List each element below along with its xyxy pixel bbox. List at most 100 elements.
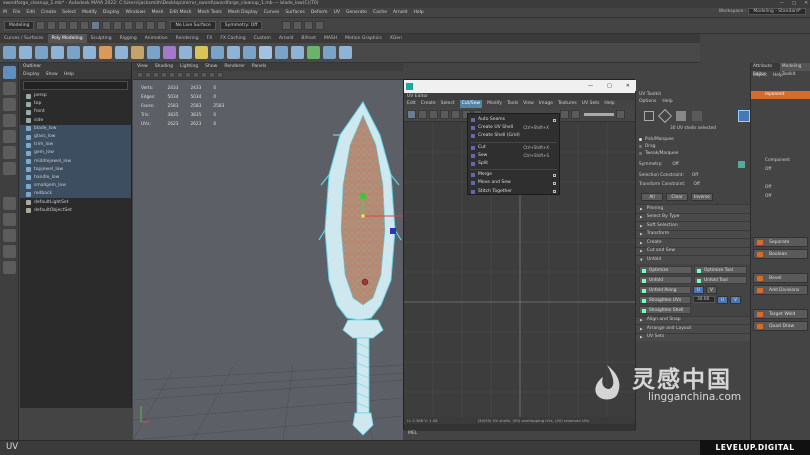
graph-layout-icon[interactable] bbox=[3, 245, 16, 258]
section-unfold[interactable]: ▼ Unfold bbox=[636, 255, 750, 264]
selection-constraint-dropdown[interactable]: Off bbox=[692, 173, 698, 178]
menu-arnold[interactable]: Arnold bbox=[393, 8, 408, 18]
component-option-2[interactable]: Off bbox=[751, 184, 810, 192]
shell-mode-icon[interactable] bbox=[738, 110, 750, 122]
multi-cut-icon[interactable] bbox=[259, 46, 272, 59]
component-mode-bar[interactable]: mponent bbox=[751, 91, 810, 99]
symmetry-dropdown[interactable]: Off bbox=[672, 162, 678, 167]
outliner-item-top[interactable]: top bbox=[20, 100, 131, 108]
option-box-icon[interactable] bbox=[553, 173, 556, 177]
shelf-tab-motion-graphics[interactable]: Motion Graphics bbox=[341, 34, 386, 43]
section-arrange-and-layout[interactable]: ▶ Arrange and Layout bbox=[636, 324, 750, 333]
snap-grid-icon[interactable] bbox=[124, 21, 134, 30]
textured-icon[interactable] bbox=[185, 72, 191, 78]
tab-modeling-toolkit[interactable]: Modeling Toolkit bbox=[779, 63, 810, 77]
uv-mode-icon[interactable] bbox=[644, 111, 654, 121]
radio-icon[interactable] bbox=[639, 145, 642, 148]
uv-toolkit-menu-options[interactable]: Options bbox=[639, 98, 656, 106]
maximize-button[interactable]: □ bbox=[792, 0, 796, 8]
section-create[interactable]: ▶ Create bbox=[636, 238, 750, 247]
snap-curve-icon[interactable] bbox=[135, 21, 145, 30]
cutsew-item-move-and-sew[interactable]: Move and Sew bbox=[468, 179, 559, 187]
shelf-tab-bifrost[interactable]: Bifrost bbox=[297, 34, 320, 43]
bridge-icon[interactable] bbox=[227, 46, 240, 59]
viewport-menu-panels[interactable]: Panels bbox=[252, 63, 266, 71]
mode-pick-marquee[interactable]: Pick/Marquee bbox=[639, 136, 750, 143]
workspace-selector[interactable]: Workspace : Modeling - Standard* bbox=[719, 8, 806, 15]
symmetry-options-icon[interactable] bbox=[738, 161, 745, 168]
shaded-uv-icon[interactable] bbox=[571, 110, 580, 119]
undo-icon[interactable] bbox=[69, 21, 79, 30]
uv-shell-icon[interactable] bbox=[418, 110, 427, 119]
add-divisions-button[interactable]: Add Divisions bbox=[753, 285, 808, 295]
bevel-button[interactable]: Bevel bbox=[753, 273, 808, 283]
minimize-button[interactable]: — bbox=[779, 0, 784, 8]
uv-face-icon[interactable] bbox=[451, 110, 460, 119]
shelf-tab-xgen[interactable]: XGen bbox=[386, 34, 406, 43]
uv-editor-icon[interactable] bbox=[307, 46, 320, 59]
menu-cache[interactable]: Cache bbox=[373, 8, 387, 18]
poly-cube-icon[interactable] bbox=[19, 46, 32, 59]
menu-select[interactable]: Select bbox=[62, 8, 76, 18]
viewport-menu-renderer[interactable]: Renderer bbox=[224, 63, 245, 71]
outliner-item-redback[interactable]: redback bbox=[20, 190, 131, 199]
right-menu-help[interactable]: Help bbox=[773, 73, 783, 78]
select-tool-icon[interactable] bbox=[3, 66, 16, 79]
smooth-shade-icon[interactable] bbox=[177, 72, 183, 78]
menu-edit[interactable]: Edit bbox=[26, 8, 35, 18]
persp-viewport[interactable]: View Shading Lighting Show Renderer Panels Ve… bbox=[133, 63, 403, 440]
shadows-icon[interactable] bbox=[201, 72, 207, 78]
lasso-tool-icon[interactable] bbox=[3, 82, 16, 95]
cutsew-item-create-shell-grid[interactable]: Create Shell (Grid) bbox=[468, 132, 559, 140]
option-box-icon[interactable] bbox=[553, 181, 556, 185]
option-box-icon[interactable] bbox=[553, 190, 556, 194]
uv-minimize-button[interactable]: — bbox=[588, 80, 593, 93]
open-scene-icon[interactable] bbox=[47, 21, 57, 30]
menu-create[interactable]: Create bbox=[41, 8, 56, 18]
render-icon[interactable] bbox=[282, 21, 292, 30]
uv-select-icon[interactable] bbox=[407, 110, 416, 119]
hypershade-icon[interactable] bbox=[315, 21, 325, 30]
face-mode-icon[interactable] bbox=[676, 111, 686, 121]
unfold-along-button[interactable]: Unfold Along bbox=[639, 285, 691, 294]
uv-menu-modify[interactable]: Modify bbox=[487, 100, 502, 108]
uv-menu-create[interactable]: Create bbox=[421, 100, 436, 108]
inverse-button[interactable]: Inverse bbox=[691, 193, 713, 201]
workspace-dropdown[interactable]: Modeling - Standard* bbox=[748, 8, 806, 15]
unfold-v-button[interactable]: V bbox=[706, 285, 717, 294]
uv-edge-icon[interactable] bbox=[440, 110, 449, 119]
paint-select-icon[interactable] bbox=[3, 98, 16, 111]
section-transform[interactable]: ▶ Transform bbox=[636, 229, 750, 238]
cutsew-item-merge[interactable]: Merge bbox=[468, 171, 559, 179]
outliner-item-handle-low[interactable]: handle_low bbox=[20, 173, 131, 183]
super-shape-icon[interactable] bbox=[115, 46, 128, 59]
uv-layout-icon[interactable] bbox=[3, 261, 16, 274]
camera-attr-icon[interactable] bbox=[137, 72, 143, 78]
outliner-item-defaultlightset[interactable]: defaultLightSet bbox=[20, 198, 131, 206]
outliner-search-input[interactable] bbox=[23, 81, 128, 90]
persp-outliner-icon[interactable] bbox=[3, 229, 16, 242]
boolean-icon[interactable] bbox=[179, 46, 192, 59]
snap-point-icon[interactable] bbox=[146, 21, 156, 30]
cutsew-item-sew[interactable]: Sew Ctrl+Shift+S bbox=[468, 152, 559, 160]
quad-draw-button[interactable]: Quad Draw bbox=[753, 321, 808, 331]
uv-menu-image[interactable]: Image bbox=[539, 100, 553, 108]
outliner-item-smallgem-low[interactable]: smallgem_low bbox=[20, 182, 131, 191]
select-component-icon[interactable] bbox=[113, 21, 123, 30]
outliner-item-side[interactable]: side bbox=[20, 117, 131, 125]
tab-attribute-editor[interactable]: Attribute Editor bbox=[751, 63, 780, 77]
uv-menu-edit[interactable]: Edit bbox=[407, 100, 416, 108]
auto-map-icon[interactable] bbox=[339, 46, 352, 59]
ipr-render-icon[interactable] bbox=[293, 21, 303, 30]
viewport-menu-shading[interactable]: Shading bbox=[155, 63, 173, 71]
option-box-icon[interactable] bbox=[553, 118, 556, 122]
uv-frame-icon[interactable] bbox=[616, 110, 625, 119]
separate-icon[interactable] bbox=[147, 46, 160, 59]
outliner-menu-display[interactable]: Display bbox=[23, 71, 40, 79]
straighten-uvs-button[interactable]: Straighten UVs bbox=[639, 295, 691, 304]
redo-icon[interactable] bbox=[80, 21, 90, 30]
menu-deform[interactable]: Deform bbox=[311, 8, 328, 18]
transform-constraint-dropdown[interactable]: Off bbox=[693, 182, 699, 187]
new-scene-icon[interactable] bbox=[36, 21, 46, 30]
scale-tool-icon[interactable] bbox=[3, 146, 16, 159]
